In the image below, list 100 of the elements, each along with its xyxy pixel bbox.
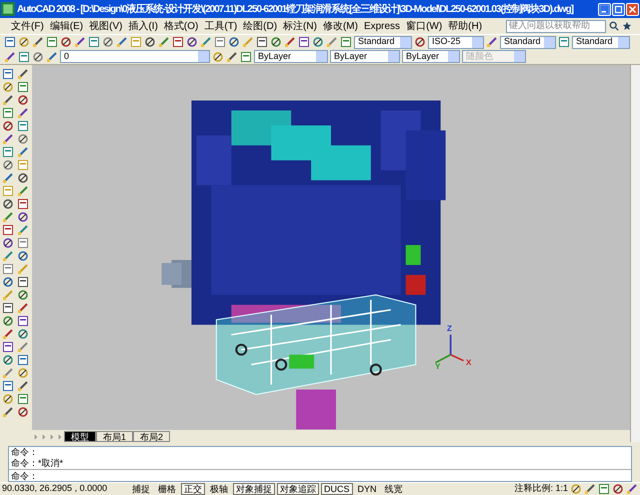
status-tray-icon[interactable] [612,483,624,495]
layer-tool-icon[interactable] [212,50,224,62]
menu-item[interactable]: 窗口(W) [403,18,446,34]
toolbar-tool-icon[interactable] [256,36,268,48]
draw-tool-icon[interactable] [2,107,14,119]
modify-tool-icon[interactable] [17,380,29,392]
draw-tool-icon[interactable] [2,224,14,236]
draw-tool-icon[interactable] [2,68,14,80]
menu-item[interactable]: 修改(M) [320,18,361,34]
modify-tool-icon[interactable] [17,198,29,210]
draw-tool-icon[interactable] [2,380,14,392]
layout-tab[interactable]: 布局2 [133,431,170,442]
draw-tool-icon[interactable] [2,94,14,106]
star-icon[interactable] [622,21,632,31]
layer-tool-icon[interactable] [226,50,238,62]
draw-tool-icon[interactable] [2,133,14,145]
modify-tool-icon[interactable] [17,315,29,327]
layer-tool-icon[interactable] [4,50,16,62]
table-style-icon[interactable] [486,36,498,48]
linetype-dropdown[interactable]: ByLayer [330,50,400,63]
close-button[interactable] [626,2,639,16]
draw-tool-icon[interactable] [2,81,14,93]
app-icon[interactable] [1,2,15,16]
text-style-dropdown[interactable]: Standard [354,36,412,48]
menu-item[interactable]: 插入(I) [125,18,161,34]
modify-tool-icon[interactable] [17,289,29,301]
draw-tool-icon[interactable] [2,315,14,327]
dim-style-icon[interactable] [414,36,426,48]
modify-tool-icon[interactable] [17,250,29,262]
table-style-dropdown[interactable]: Standard [500,36,556,48]
toolbar-tool-icon[interactable] [18,36,30,48]
modify-tool-icon[interactable] [17,393,29,405]
draw-tool-icon[interactable] [2,406,14,418]
draw-tool-icon[interactable] [2,120,14,132]
menu-item[interactable]: 编辑(E) [46,18,86,34]
color-dropdown[interactable]: ByLayer [254,50,328,63]
status-tray-icon[interactable] [626,483,638,495]
modify-tool-icon[interactable] [17,276,29,288]
modify-tool-icon[interactable] [17,211,29,223]
mleader-style-dropdown[interactable]: Standard [572,36,630,48]
menu-item[interactable]: 文件(F) [8,18,47,34]
modify-tool-icon[interactable] [17,328,29,340]
toolbar-tool-icon[interactable] [144,36,156,48]
toolbar-tool-icon[interactable] [116,36,128,48]
layout-tab[interactable]: 布局1 [96,431,134,442]
draw-tool-icon[interactable] [2,159,14,171]
annotation-scale[interactable]: 注释比例: 1:1 [514,482,568,495]
toolbar-tool-icon[interactable] [74,36,86,48]
dim-style-dropdown[interactable]: ISO-25 [428,36,484,48]
menu-item[interactable]: 视图(V) [86,18,126,34]
modify-tool-icon[interactable] [17,107,29,119]
menu-item[interactable]: 工具(T) [201,18,240,34]
menu-item[interactable]: 标注(N) [280,18,320,34]
status-toggle[interactable]: 栅格 [155,483,179,495]
layer-tool-icon[interactable] [240,50,252,62]
menu-item[interactable]: 帮助(H) [445,18,486,34]
help-search-field[interactable]: 键入问题以获取帮助 [506,20,606,32]
modify-tool-icon[interactable] [17,367,29,379]
draw-tool-icon[interactable] [2,172,14,184]
modify-tool-icon[interactable] [17,406,29,418]
minimize-button[interactable] [598,2,611,16]
draw-tool-icon[interactable] [2,276,14,288]
draw-tool-icon[interactable] [2,198,14,210]
modify-tool-icon[interactable] [17,172,29,184]
status-tray-icon[interactable] [598,483,610,495]
modify-tool-icon[interactable] [17,146,29,158]
status-toggle[interactable]: DYN [354,483,380,495]
text-style-icon[interactable] [340,36,352,48]
status-toggle[interactable]: 线宽 [382,483,406,495]
maximize-button[interactable] [612,2,625,16]
toolbar-tool-icon[interactable] [172,36,184,48]
vertical-scrollbar[interactable] [630,65,640,442]
lineweight-dropdown[interactable]: ByLayer [402,50,460,63]
status-toggle[interactable]: 正交 [181,483,205,495]
status-toggle[interactable]: 对象追踪 [277,483,319,495]
status-toggle[interactable]: 对象捕捉 [233,483,275,495]
status-tray-icon[interactable] [584,483,596,495]
modify-tool-icon[interactable] [17,68,29,80]
status-toggle[interactable]: DUCS [321,483,353,495]
toolbar-tool-icon[interactable] [312,36,324,48]
toolbar-tool-icon[interactable] [228,36,240,48]
toolbar-tool-icon[interactable] [4,36,16,48]
layer-dropdown[interactable]: 0 [60,50,210,63]
draw-tool-icon[interactable] [2,302,14,314]
draw-tool-icon[interactable] [2,354,14,366]
modify-tool-icon[interactable] [17,94,29,106]
toolbar-tool-icon[interactable] [298,36,310,48]
menu-item[interactable]: 格式(O) [160,18,202,34]
layer-tool-icon[interactable] [18,50,30,62]
draw-tool-icon[interactable] [2,328,14,340]
menu-item[interactable]: Express [360,18,404,34]
modify-tool-icon[interactable] [17,302,29,314]
layer-tool-icon[interactable] [32,50,44,62]
search-icon[interactable] [609,21,619,31]
toolbar-tool-icon[interactable] [284,36,296,48]
draw-tool-icon[interactable] [2,237,14,249]
toolbar-tool-icon[interactable] [270,36,282,48]
draw-tool-icon[interactable] [2,341,14,353]
status-tray-icon[interactable] [570,483,582,495]
modify-tool-icon[interactable] [17,133,29,145]
